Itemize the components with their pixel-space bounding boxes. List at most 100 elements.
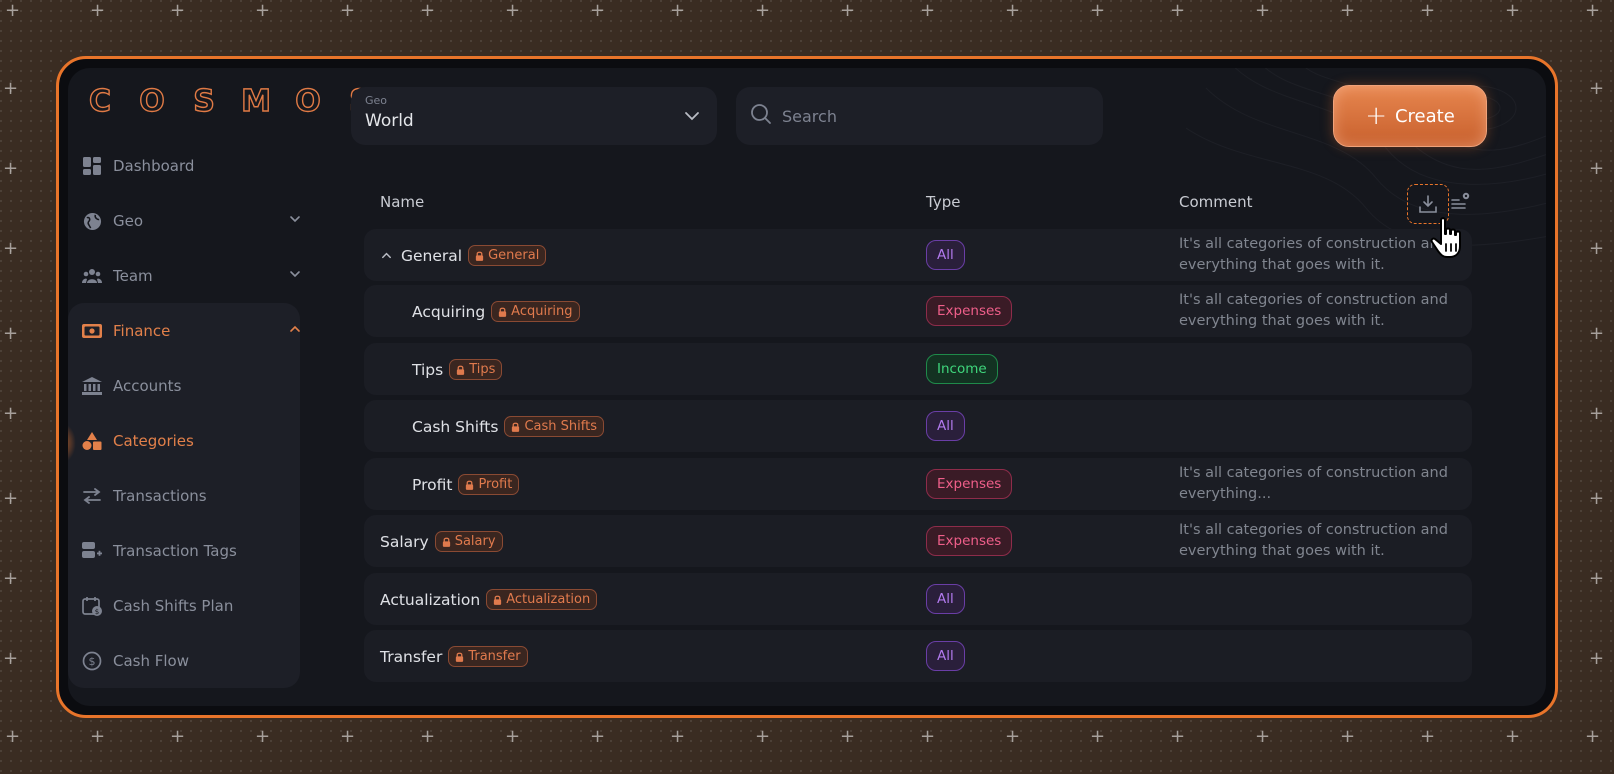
background-plus-mark: + <box>3 403 19 424</box>
sidebar-item-cash-shifts-plan[interactable]: $ Cash Shifts Plan <box>82 591 302 621</box>
row-comment: It's all categories of construction and … <box>1179 236 1448 273</box>
row-name-cell: Transfer Transfer <box>380 646 528 667</box>
table-row[interactable]: Actualization Actualization All <box>364 573 1472 625</box>
background-plus-mark: + <box>755 726 771 747</box>
table-row[interactable]: Transfer Transfer All <box>364 630 1472 682</box>
background-plus-mark: + <box>90 0 106 21</box>
hand-cursor-icon <box>1430 216 1470 264</box>
row-name-cell: Profit Profit <box>412 474 520 495</box>
sidebar-item-transactions[interactable]: Transactions <box>82 481 302 511</box>
sidebar-item-geo[interactable]: Geo <box>82 206 302 236</box>
lock-icon <box>475 251 484 261</box>
background-plus-mark: + <box>1589 323 1605 344</box>
background-plus-mark: + <box>255 0 271 21</box>
background-plus-mark: + <box>3 488 19 509</box>
background-plus-mark: + <box>3 323 19 344</box>
type-badge: All <box>926 411 965 441</box>
background-plus-mark: + <box>1589 488 1605 509</box>
column-settings-icon[interactable] <box>1451 192 1471 218</box>
sidebar-item-transaction-tags[interactable]: Transaction Tags <box>82 536 302 566</box>
chevron-down-icon[interactable] <box>288 212 302 230</box>
category-tag: General <box>468 245 547 266</box>
background-plus-mark: + <box>755 0 771 21</box>
category-name: General <box>401 246 463 265</box>
create-button-label: Create <box>1394 105 1455 127</box>
category-tag-label: Cash Shifts <box>524 419 597 434</box>
category-tag-label: Transfer <box>468 649 521 664</box>
background-plus-mark: + <box>1005 0 1021 21</box>
background-plus-mark: + <box>1420 0 1436 21</box>
app-window: C O S M O S Dashboard Geo <box>68 68 1546 706</box>
background-plus-mark: + <box>1005 726 1021 747</box>
sidebar-item-team[interactable]: Team <box>82 261 302 291</box>
category-tag: Tips <box>449 359 503 380</box>
chevron-up-icon[interactable] <box>380 249 393 262</box>
background-plus-mark: + <box>670 0 686 21</box>
type-badge: All <box>926 240 965 270</box>
geo-select-label: Geo <box>365 94 388 107</box>
background-plus-mark: + <box>3 648 19 669</box>
background-plus-mark: + <box>3 238 19 259</box>
row-name-cell: Acquiring Acquiring <box>412 301 580 322</box>
category-tag-label: Acquiring <box>511 304 573 319</box>
create-button[interactable]: + Create <box>1333 85 1487 147</box>
lock-icon <box>457 365 465 375</box>
search-input[interactable]: Search <box>736 87 1103 145</box>
chevron-down-icon[interactable] <box>288 267 302 285</box>
lock-icon <box>442 537 450 547</box>
active-indicator <box>68 423 76 463</box>
background-plus-mark: + <box>3 568 19 589</box>
background-plus-mark: + <box>1585 0 1601 21</box>
background-plus-mark: + <box>1589 78 1605 99</box>
shapes-icon <box>82 431 102 451</box>
type-badge: Expenses <box>926 296 1013 326</box>
background-plus-mark: + <box>1589 238 1605 259</box>
background-plus-mark: + <box>590 726 606 747</box>
sidebar-item-label: Geo <box>113 212 144 230</box>
sidebar-item-categories[interactable]: Categories <box>82 426 302 456</box>
background-plus-mark: + <box>1585 726 1601 747</box>
calendar-dollar-icon: $ <box>82 596 102 616</box>
background-plus-mark: + <box>1420 726 1436 747</box>
type-badge: All <box>926 641 965 671</box>
sidebar-item-dashboard[interactable]: Dashboard <box>82 151 302 181</box>
background-plus-mark: + <box>5 0 21 21</box>
arrows-icon <box>82 486 102 506</box>
chevron-up-icon[interactable] <box>288 322 302 340</box>
brand-logo[interactable]: C O S M O S <box>82 83 378 119</box>
background-plus-mark: + <box>255 726 271 747</box>
table-row[interactable]: Salary Salary Expenses It's all categories … <box>364 515 1472 567</box>
category-tag: Salary <box>434 531 503 552</box>
search-placeholder: Search <box>782 106 837 126</box>
team-icon <box>82 266 102 286</box>
geo-select[interactable]: Geo World <box>351 87 717 145</box>
column-header-comment[interactable]: Comment <box>1179 193 1253 211</box>
background-plus-mark: + <box>920 726 936 747</box>
plus-icon: + <box>1365 101 1387 131</box>
category-tag-label: Salary <box>454 534 496 549</box>
category-tag: Transfer <box>448 646 528 667</box>
table-row[interactable]: Profit Profit Expenses It's all categories … <box>364 458 1472 510</box>
column-header-type[interactable]: Type <box>926 193 960 211</box>
table-row[interactable]: Acquiring Acquiring Expenses It's all categ… <box>364 285 1472 337</box>
category-tag: Acquiring <box>491 301 580 322</box>
row-name-cell: Tips Tips <box>412 359 503 380</box>
background-plus-mark: + <box>590 0 606 21</box>
column-header-name[interactable]: Name <box>380 193 424 211</box>
chevron-down-icon[interactable] <box>683 107 701 129</box>
sidebar-item-finance[interactable]: Finance <box>82 316 302 346</box>
background-plus-mark: + <box>1505 0 1521 21</box>
background-plus-mark: + <box>1255 0 1271 21</box>
table-row[interactable]: General General All It's all categories of … <box>364 229 1472 281</box>
tags-icon <box>82 541 102 561</box>
row-comment: It's all categories of construction and … <box>1179 522 1448 559</box>
dollar-circle-icon: $ <box>82 651 102 671</box>
sidebar-item-label: Accounts <box>113 377 182 395</box>
table-row[interactable]: Tips Tips Income <box>364 343 1472 395</box>
background-plus-mark: + <box>1589 648 1605 669</box>
sidebar-item-cash-flow[interactable]: $ Cash Flow <box>82 646 302 676</box>
table-row[interactable]: Cash Shifts Cash Shifts All <box>364 400 1472 452</box>
sidebar-item-label: Cash Shifts Plan <box>113 597 234 615</box>
search-icon <box>750 103 772 129</box>
sidebar-item-accounts[interactable]: Accounts <box>82 371 302 401</box>
